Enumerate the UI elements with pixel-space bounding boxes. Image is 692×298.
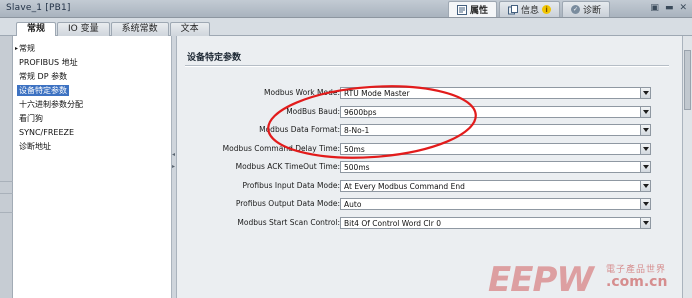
profibus-input-data-mode-select[interactable]: At Every Modbus Command End xyxy=(340,180,651,192)
tab-io-tags[interactable]: IO 变量 xyxy=(57,22,110,36)
tab-properties-label: 属性 xyxy=(470,6,489,16)
expand-right-icon[interactable]: ▸ xyxy=(172,163,175,170)
nav-item-device-specific-parameters[interactable]: 设备特定参数 xyxy=(17,85,69,96)
param-label: Modbus Command Delay Time: xyxy=(222,144,340,153)
param-row: Modbus Start Scan Control: Bit4 Of Contr… xyxy=(177,217,682,229)
project-tree-edge xyxy=(0,36,13,298)
param-label: Modbus ACK TimeOut Time: xyxy=(235,162,340,171)
minimize-icon[interactable]: ▬ xyxy=(665,3,674,13)
watermark-url: .com.cn xyxy=(606,274,668,290)
field-value: 9600bps xyxy=(344,108,377,117)
inspector-tabs: 属性 信息 i ✓ 诊断 xyxy=(448,1,612,17)
modbus-start-scan-control-select[interactable]: Bit4 Of Control Word Clr 0 xyxy=(340,217,651,229)
tab-system-constants[interactable]: 系统常数 xyxy=(110,22,169,36)
nav-item-general-dp-parameters[interactable]: 常规 DP 参数 xyxy=(19,71,67,82)
window-controls: ▣ ▬ ✕ xyxy=(650,3,687,13)
divider xyxy=(0,193,13,194)
dropdown-arrow-icon[interactable] xyxy=(640,125,650,135)
window-title: Slave_1 [PB1] xyxy=(6,3,71,13)
modbus-baud-select[interactable]: 9600bps xyxy=(340,106,651,118)
param-label: Modbus Data Format: xyxy=(259,125,340,134)
param-label: Profibus Output Data Mode: xyxy=(235,199,340,208)
tab-texts[interactable]: 文本 xyxy=(169,22,210,36)
nav-item-sync-freeze[interactable]: SYNC/FREEZE xyxy=(19,127,74,138)
param-label: ModBus Baud: xyxy=(286,107,340,116)
dropdown-arrow-icon[interactable] xyxy=(640,181,650,191)
scrollbar-thumb[interactable] xyxy=(684,50,691,110)
field-value: At Every Modbus Command End xyxy=(344,182,465,191)
modbus-work-mode-select[interactable]: RTU Mode Master xyxy=(340,87,651,99)
info-icon: i xyxy=(542,5,552,14)
param-row: Modbus ACK TimeOut Time: 500ms xyxy=(177,161,682,173)
float-window-icon[interactable]: ▣ xyxy=(650,3,659,13)
dropdown-arrow-icon[interactable] xyxy=(640,199,650,209)
field-value: 8-No-1 xyxy=(344,126,370,135)
properties-icon xyxy=(457,4,467,15)
dropdown-arrow-icon[interactable] xyxy=(640,218,650,228)
tab-info-label: 信息 xyxy=(521,6,540,16)
diagnostics-icon: ✓ xyxy=(571,5,581,14)
properties-tab-row: 常规 IO 变量 系统常数 文本 xyxy=(0,18,692,37)
param-row: Profibus Input Data Mode: At Every Modbu… xyxy=(177,180,682,192)
dropdown-arrow-icon[interactable] xyxy=(640,88,650,98)
param-row: Modbus Data Format: 8-No-1 xyxy=(177,124,682,136)
field-value: Auto xyxy=(344,200,362,209)
param-label: Modbus Start Scan Control: xyxy=(237,218,340,227)
parameter-navigation: ▸ 常规 PROFIBUS 地址 常规 DP 参数 设备特定参数 十六进制参数分… xyxy=(13,36,172,298)
param-row: Modbus Work Mode: RTU Mode Master xyxy=(177,87,682,99)
profibus-output-data-mode-select[interactable]: Auto xyxy=(340,198,651,210)
tab-diagnostics-label: 诊断 xyxy=(583,6,602,16)
eepw-logo: EEPW xyxy=(488,260,594,298)
section-title: 设备特定参数 xyxy=(187,53,242,63)
nav-item-profibus-address[interactable]: PROFIBUS 地址 xyxy=(19,57,78,68)
dropdown-arrow-icon[interactable] xyxy=(640,107,650,117)
section-divider xyxy=(185,65,669,67)
nav-item-diagnostic-address[interactable]: 诊断地址 xyxy=(19,141,51,152)
field-value: 500ms xyxy=(344,163,370,172)
modbus-command-delay-select[interactable]: 50ms xyxy=(340,143,651,155)
modbus-ack-timeout-select[interactable]: 500ms xyxy=(340,161,651,173)
inspector-title-bar: Slave_1 [PB1] 属性 信息 i ✓ 诊断 ▣ ▬ ✕ xyxy=(0,0,692,18)
eepw-watermark: EEPW 電子產品世界 .com.cn xyxy=(488,258,692,298)
param-row: Profibus Output Data Mode: Auto xyxy=(177,198,682,210)
expand-arrow-icon[interactable]: ▸ xyxy=(15,43,18,54)
dropdown-arrow-icon[interactable] xyxy=(640,144,650,154)
tab-properties[interactable]: 属性 xyxy=(448,1,498,17)
tab-info[interactable]: 信息 i xyxy=(499,1,561,17)
field-value: RTU Mode Master xyxy=(344,89,410,98)
divider xyxy=(0,181,13,182)
nav-item-hex-parameter-assignment[interactable]: 十六进制参数分配 xyxy=(19,99,83,110)
dropdown-arrow-icon[interactable] xyxy=(640,162,650,172)
param-label: Modbus Work Mode: xyxy=(264,88,340,97)
info-tab-icon xyxy=(508,4,519,15)
tab-diagnostics[interactable]: ✓ 诊断 xyxy=(562,1,611,17)
nav-item-label: 常规 xyxy=(19,44,35,53)
nav-item-watchdog[interactable]: 看门狗 xyxy=(19,113,43,124)
close-icon[interactable]: ✕ xyxy=(679,3,687,13)
param-row: Modbus Command Delay Time: 50ms xyxy=(177,143,682,155)
param-row: ModBus Baud: 9600bps xyxy=(177,106,682,118)
field-value: Bit4 Of Control Word Clr 0 xyxy=(344,219,441,228)
properties-tabs: 常规 IO 变量 系统常数 文本 xyxy=(16,22,211,37)
param-label: Profibus Input Data Mode: xyxy=(242,181,341,190)
field-value: 50ms xyxy=(344,145,365,154)
collapse-left-icon[interactable]: ◂ xyxy=(172,151,175,158)
nav-item-general[interactable]: ▸ 常规 xyxy=(15,43,35,54)
modbus-data-format-select[interactable]: 8-No-1 xyxy=(340,124,651,136)
divider xyxy=(0,212,13,213)
tab-general[interactable]: 常规 xyxy=(16,22,57,37)
